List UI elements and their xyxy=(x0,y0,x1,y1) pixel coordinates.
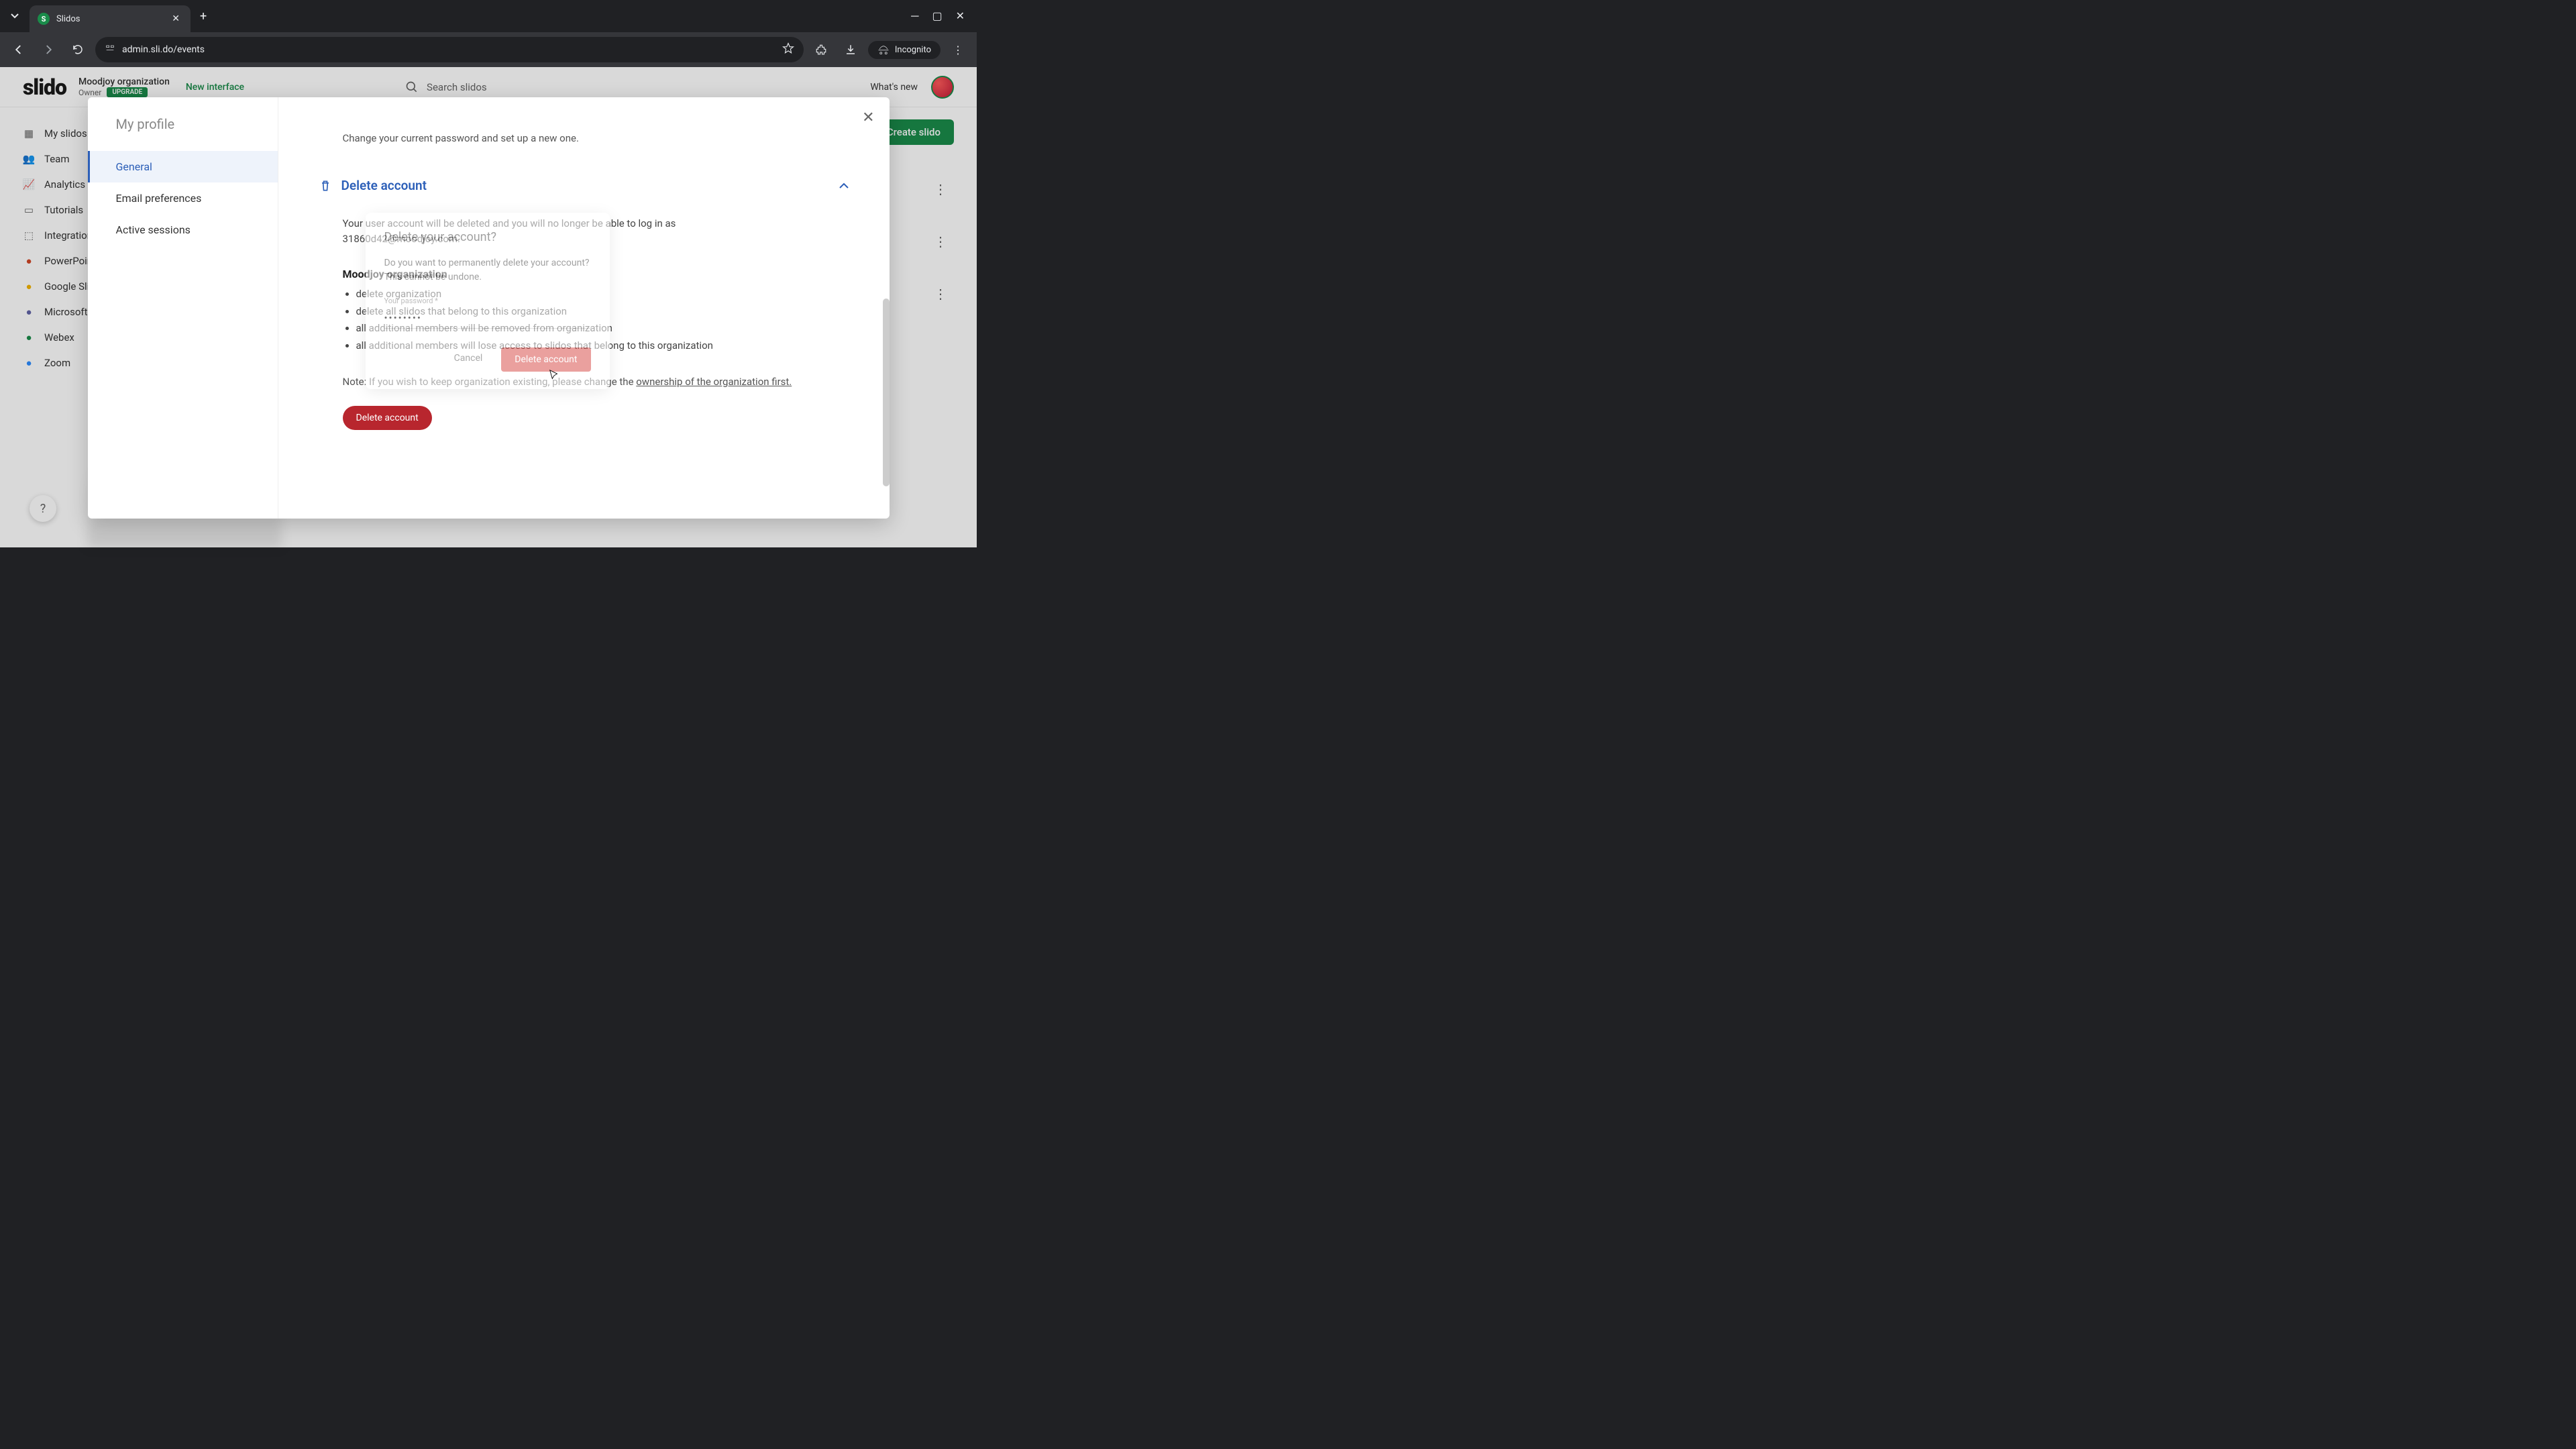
profile-nav-general[interactable]: General xyxy=(88,151,278,182)
site-settings-icon[interactable] xyxy=(105,43,115,56)
confirm-cancel-button[interactable]: Cancel xyxy=(445,347,492,372)
confirm-password-input[interactable] xyxy=(384,308,591,329)
browser-toolbar: admin.sli.do/events Incognito ⋮ xyxy=(0,32,977,67)
browser-tab[interactable]: S Slidos ✕ xyxy=(30,5,191,32)
back-button[interactable] xyxy=(7,38,31,62)
tab-close-icon[interactable]: ✕ xyxy=(169,11,182,27)
scrollbar[interactable] xyxy=(883,299,890,486)
url-text: admin.sli.do/events xyxy=(122,44,775,55)
confirm-delete-button[interactable]: Delete account xyxy=(501,347,590,372)
close-window-icon[interactable]: ✕ xyxy=(956,9,965,23)
extensions-icon[interactable] xyxy=(809,38,833,62)
modal-overlay: ✕ My profile General Email preferences A… xyxy=(0,67,977,547)
confirm-title: Delete your account? xyxy=(384,230,591,244)
trash-icon xyxy=(319,179,332,193)
confirm-delete-dialog: Delete your account? Do you want to perm… xyxy=(366,213,610,389)
chevron-up-icon[interactable] xyxy=(839,179,849,192)
delete-section-header[interactable]: Delete account xyxy=(319,178,849,193)
profile-modal: ✕ My profile General Email preferences A… xyxy=(88,97,890,519)
app-root: slido Moodjoy organization Owner UPGRADE… xyxy=(0,67,977,547)
change-password-desc: Change your current password and set up … xyxy=(343,132,849,144)
delete-heading: Delete account xyxy=(341,178,829,193)
browser-tab-strip: S Slidos ✕ + ─ ▢ ✕ xyxy=(0,0,977,32)
profile-title: My profile xyxy=(88,116,278,151)
minimize-icon[interactable]: ─ xyxy=(911,9,918,23)
password-label: Your password * xyxy=(384,297,591,305)
window-controls: ─ ▢ ✕ xyxy=(911,9,974,23)
incognito-label: Incognito xyxy=(895,45,931,55)
new-tab-button[interactable]: + xyxy=(191,9,216,23)
incognito-badge[interactable]: Incognito xyxy=(868,41,941,59)
profile-sidebar: My profile General Email preferences Act… xyxy=(88,97,278,519)
profile-nav-email[interactable]: Email preferences xyxy=(88,182,278,214)
downloads-icon[interactable] xyxy=(839,38,863,62)
reload-button[interactable] xyxy=(66,38,90,62)
bookmark-icon[interactable] xyxy=(782,42,794,57)
tab-title: Slidos xyxy=(56,14,169,24)
profile-nav-sessions[interactable]: Active sessions xyxy=(88,214,278,246)
confirm-body: Do you want to permanently delete your a… xyxy=(384,256,591,284)
ownership-link[interactable]: ownership of the organization first. xyxy=(636,376,792,388)
forward-button[interactable] xyxy=(36,38,60,62)
tab-search-dropdown[interactable] xyxy=(3,4,27,28)
maximize-icon[interactable]: ▢ xyxy=(932,9,942,23)
tab-favicon-icon: S xyxy=(38,13,50,25)
address-bar[interactable]: admin.sli.do/events xyxy=(95,37,804,62)
delete-account-button[interactable]: Delete account xyxy=(343,406,432,430)
browser-menu-icon[interactable]: ⋮ xyxy=(946,38,970,62)
